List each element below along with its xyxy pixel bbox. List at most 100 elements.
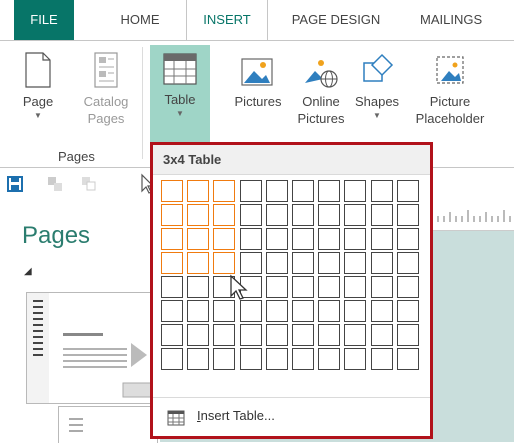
table-grid-cell[interactable] — [397, 300, 419, 322]
table-grid-cell-selected[interactable] — [213, 252, 235, 274]
table-grid-cell[interactable] — [344, 348, 366, 370]
table-grid-cell[interactable] — [318, 276, 340, 298]
table-grid-cell[interactable] — [371, 180, 393, 202]
table-grid-cell[interactable] — [187, 348, 209, 370]
table-grid-cell-selected[interactable] — [187, 228, 209, 250]
table-grid-cell-selected[interactable] — [161, 180, 183, 202]
table-grid-cell[interactable] — [292, 300, 314, 322]
table-grid-cell[interactable] — [344, 276, 366, 298]
table-grid-cell[interactable] — [266, 300, 288, 322]
table-grid-cell[interactable] — [344, 228, 366, 250]
table-grid-cell[interactable] — [344, 204, 366, 226]
table-grid-cell[interactable] — [397, 276, 419, 298]
table-grid-cell[interactable] — [292, 252, 314, 274]
table-grid-cell[interactable] — [344, 180, 366, 202]
table-grid-cell[interactable] — [292, 276, 314, 298]
tab-mailings[interactable]: MAILINGS — [420, 0, 514, 40]
table-grid-cell[interactable] — [187, 324, 209, 346]
table-grid-cell[interactable] — [240, 204, 262, 226]
table-grid-cell[interactable] — [371, 324, 393, 346]
table-grid-cell[interactable] — [292, 228, 314, 250]
page-thumbnail[interactable] — [58, 406, 158, 443]
table-grid-cell[interactable] — [318, 300, 340, 322]
table-grid-cell[interactable] — [266, 324, 288, 346]
save-icon[interactable] — [6, 175, 24, 193]
table-grid-cell[interactable] — [213, 348, 235, 370]
table-grid-cell[interactable] — [371, 252, 393, 274]
table-grid-cell[interactable] — [371, 204, 393, 226]
collapse-triangle-icon[interactable]: ◢ — [24, 266, 32, 277]
table-grid-cell[interactable] — [161, 348, 183, 370]
copy-icon[interactable] — [46, 175, 64, 193]
table-grid-cell-selected[interactable] — [213, 204, 235, 226]
table-grid-cell[interactable] — [161, 276, 183, 298]
table-grid-cell[interactable] — [266, 252, 288, 274]
pictures-button[interactable]: Pictures — [226, 51, 290, 151]
shapes-button[interactable]: Shapes ▼ — [350, 51, 404, 151]
table-grid-cell-selected[interactable] — [161, 228, 183, 250]
table-grid-cell[interactable] — [240, 228, 262, 250]
table-grid-cell[interactable] — [292, 180, 314, 202]
table-grid-cell[interactable] — [397, 252, 419, 274]
table-grid-cell[interactable] — [318, 348, 340, 370]
table-grid-cell[interactable] — [240, 252, 262, 274]
table-grid-cell[interactable] — [397, 204, 419, 226]
catalog-pages-icon — [94, 52, 118, 88]
table-grid-cell[interactable] — [266, 348, 288, 370]
paste-icon[interactable] — [80, 175, 98, 193]
table-grid-cell-selected[interactable] — [213, 228, 235, 250]
table-grid-cell[interactable] — [187, 276, 209, 298]
pictures-label: Pictures — [234, 94, 282, 109]
picture-placeholder-button[interactable]: Picture Placeholder — [412, 51, 488, 151]
table-grid-cell[interactable] — [292, 324, 314, 346]
table-grid-cell[interactable] — [266, 276, 288, 298]
table-grid-cell[interactable] — [240, 348, 262, 370]
table-grid-cell[interactable] — [397, 180, 419, 202]
table-grid-cell[interactable] — [371, 348, 393, 370]
table-grid-cell[interactable] — [371, 300, 393, 322]
table-grid-cell-selected[interactable] — [187, 180, 209, 202]
page-thumbnail[interactable] — [26, 292, 158, 404]
table-grid-cell[interactable] — [344, 300, 366, 322]
table-grid-cell[interactable] — [266, 228, 288, 250]
insert-table-command[interactable]: Insert Table... — [153, 397, 430, 436]
table-grid-cell[interactable] — [240, 300, 262, 322]
table-grid-cell-selected[interactable] — [161, 252, 183, 274]
table-grid-cell[interactable] — [292, 348, 314, 370]
table-grid-cell[interactable] — [397, 348, 419, 370]
table-grid-cell[interactable] — [161, 300, 183, 322]
table-grid-cell[interactable] — [397, 324, 419, 346]
table-grid-cell[interactable] — [161, 324, 183, 346]
table-grid-cell[interactable] — [344, 252, 366, 274]
online-pictures-button[interactable]: Online Pictures — [292, 51, 350, 151]
table-grid-cell-selected[interactable] — [187, 252, 209, 274]
tab-insert[interactable]: INSERT — [186, 0, 268, 41]
table-grid-cell[interactable] — [240, 180, 262, 202]
table-grid-cell-selected[interactable] — [161, 204, 183, 226]
table-grid-cell[interactable] — [344, 324, 366, 346]
table-grid-cell[interactable] — [371, 228, 393, 250]
insert-table-label-rest: nsert Table... — [200, 408, 275, 423]
table-grid-cell[interactable] — [318, 180, 340, 202]
tab-file[interactable]: FILE — [14, 0, 74, 40]
table-grid-cell[interactable] — [292, 204, 314, 226]
table-grid-cell-selected[interactable] — [187, 204, 209, 226]
table-grid-cell[interactable] — [213, 324, 235, 346]
table-button[interactable]: Table ▼ — [150, 45, 210, 145]
table-grid-cell[interactable] — [240, 324, 262, 346]
table-grid-cell[interactable] — [318, 228, 340, 250]
table-grid-cell[interactable] — [318, 324, 340, 346]
table-grid-cell[interactable] — [397, 228, 419, 250]
catalog-pages-button[interactable]: Catalog Pages — [76, 51, 136, 151]
tab-home[interactable]: HOME — [100, 0, 180, 40]
page-button[interactable]: Page ▼ — [18, 51, 58, 151]
table-grid-cell[interactable] — [318, 252, 340, 274]
table-grid-cell[interactable] — [371, 276, 393, 298]
tab-page-design[interactable]: PAGE DESIGN — [278, 0, 394, 40]
table-grid-cell-selected[interactable] — [213, 180, 235, 202]
table-grid-cell[interactable] — [213, 300, 235, 322]
table-grid-cell[interactable] — [266, 180, 288, 202]
table-grid-cell[interactable] — [318, 204, 340, 226]
table-grid-cell[interactable] — [266, 204, 288, 226]
table-grid-cell[interactable] — [187, 300, 209, 322]
